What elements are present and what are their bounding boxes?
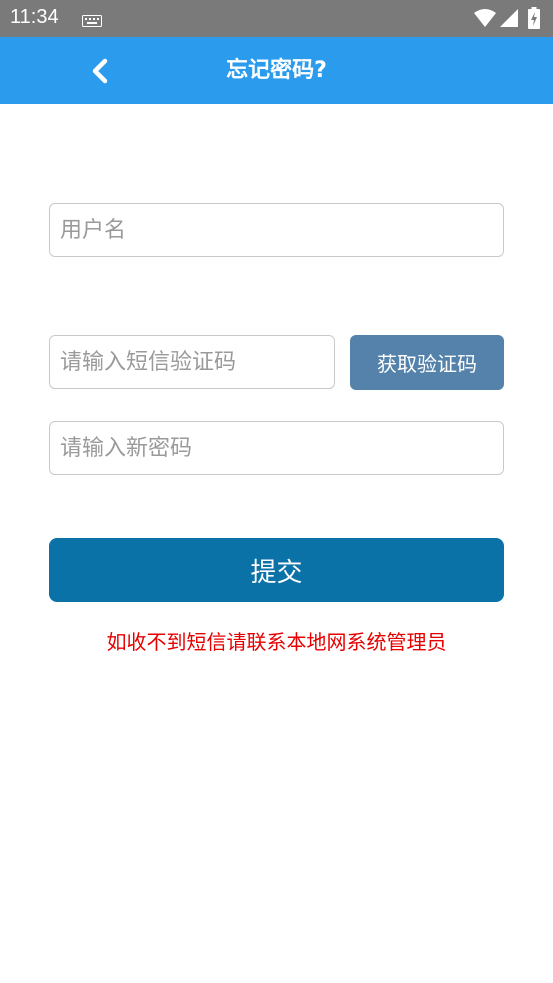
sms-code-input[interactable] [50,336,334,388]
status-bar: 11:34 [0,0,553,37]
back-button[interactable] [80,51,120,91]
chevron-left-icon [92,58,108,84]
new-password-input[interactable] [50,422,503,474]
sms-code-field[interactable] [49,335,335,389]
status-time: 11:34 [10,6,59,28]
new-password-field[interactable] [49,421,504,475]
username-field[interactable] [49,203,504,257]
keyboard-icon [82,12,102,31]
get-code-button[interactable]: 获取验证码 [350,335,504,390]
signal-icon [500,9,518,31]
help-text: 如收不到短信请联系本地网系统管理员 [106,630,447,654]
username-input[interactable] [50,204,503,256]
app-bar: 忘记密码? [0,37,553,104]
battery-icon [528,7,540,33]
submit-button[interactable]: 提交 [49,538,504,602]
wifi-icon [474,9,496,31]
